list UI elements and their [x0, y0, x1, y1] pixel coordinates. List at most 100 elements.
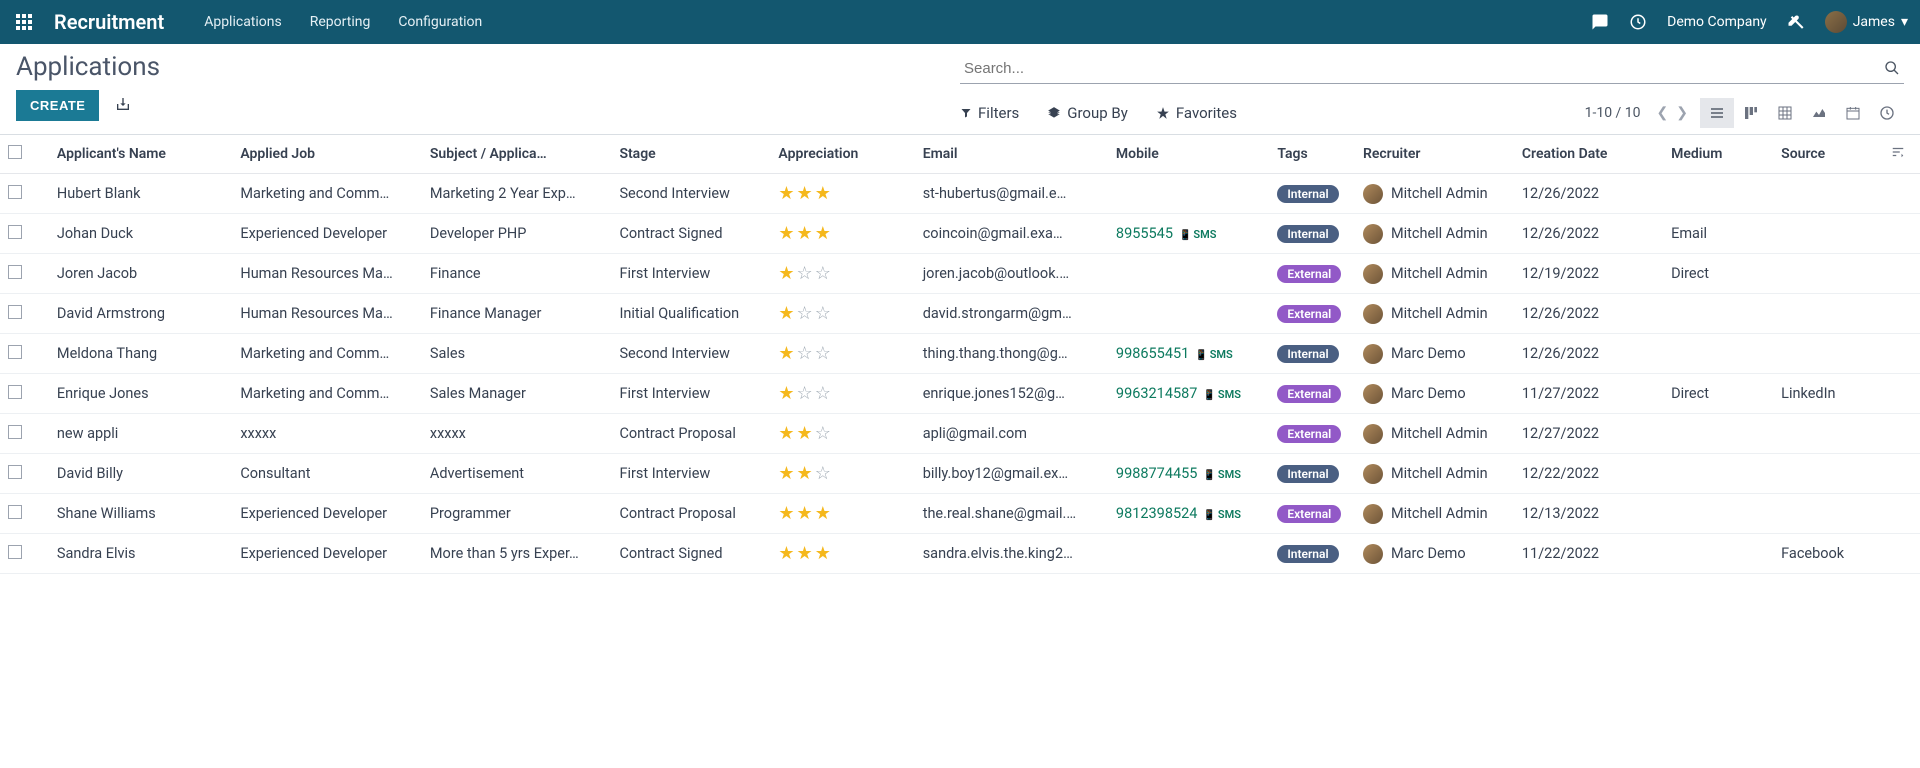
cell-email[interactable]: the.real.shane@gmail.…: [915, 494, 1108, 534]
select-all-checkbox[interactable]: [8, 145, 22, 159]
sms-badge[interactable]: SMS: [1203, 388, 1241, 401]
mobile-link[interactable]: 998655451: [1116, 345, 1189, 362]
tag-badge[interactable]: Internal: [1277, 185, 1338, 203]
module-title[interactable]: Recruitment: [54, 10, 164, 34]
col-appreciation[interactable]: Appreciation: [770, 135, 914, 174]
table-row[interactable]: Sandra ElvisExperienced DeveloperMore th…: [0, 534, 1920, 574]
table-row[interactable]: Hubert BlankMarketing and Comm…Marketing…: [0, 174, 1920, 214]
table-row[interactable]: David ArmstrongHuman Resources Ma…Financ…: [0, 294, 1920, 334]
table-row[interactable]: Johan DuckExperienced DeveloperDeveloper…: [0, 214, 1920, 254]
list-view-icon[interactable]: [1700, 98, 1734, 128]
cell-email[interactable]: joren.jacob@outlook.…: [915, 254, 1108, 294]
sms-badge[interactable]: SMS: [1179, 228, 1217, 241]
row-checkbox[interactable]: [8, 265, 22, 279]
table-row[interactable]: Enrique JonesMarketing and Comm…Sales Ma…: [0, 374, 1920, 414]
sms-badge[interactable]: SMS: [1195, 348, 1233, 361]
row-checkbox[interactable]: [8, 425, 22, 439]
star-rating[interactable]: ★★★: [778, 546, 832, 563]
col-source[interactable]: Source: [1773, 135, 1883, 174]
nav-reporting[interactable]: Reporting: [310, 14, 371, 30]
kanban-view-icon[interactable]: [1734, 98, 1768, 128]
mobile-link[interactable]: 9988774455: [1116, 465, 1198, 482]
cell-email[interactable]: coincoin@gmail.exa…: [915, 214, 1108, 254]
messages-icon[interactable]: [1591, 13, 1609, 31]
apps-menu-icon[interactable]: [12, 10, 36, 34]
cell-email[interactable]: thing.thang.thong@g…: [915, 334, 1108, 374]
tag-badge[interactable]: External: [1277, 505, 1341, 523]
activity-view-icon[interactable]: [1870, 98, 1904, 128]
groupby-button[interactable]: Group By: [1047, 104, 1128, 122]
search-input[interactable]: [960, 54, 1904, 84]
col-subject[interactable]: Subject / Applica…: [422, 135, 612, 174]
calendar-view-icon[interactable]: [1836, 98, 1870, 128]
pager-prev-icon[interactable]: ❮: [1657, 105, 1669, 121]
filters-button[interactable]: Filters: [960, 104, 1019, 122]
user-menu[interactable]: James ▾: [1825, 11, 1908, 33]
tag-badge[interactable]: Internal: [1277, 465, 1338, 483]
cell-email[interactable]: st-hubertus@gmail.e…: [915, 174, 1108, 214]
row-checkbox[interactable]: [8, 305, 22, 319]
nav-applications[interactable]: Applications: [204, 14, 282, 30]
tag-badge[interactable]: Internal: [1277, 225, 1338, 243]
col-stage[interactable]: Stage: [611, 135, 770, 174]
table-row[interactable]: new applixxxxxxxxxxContract Proposal★★☆a…: [0, 414, 1920, 454]
row-checkbox[interactable]: [8, 345, 22, 359]
search-icon[interactable]: [1884, 60, 1900, 80]
activities-icon[interactable]: [1629, 13, 1647, 31]
table-row[interactable]: David BillyConsultantAdvertisementFirst …: [0, 454, 1920, 494]
col-tags[interactable]: Tags: [1269, 135, 1355, 174]
mobile-link[interactable]: 9963214587: [1116, 385, 1198, 402]
star-rating[interactable]: ★☆☆: [778, 266, 832, 283]
row-checkbox[interactable]: [8, 385, 22, 399]
row-checkbox[interactable]: [8, 225, 22, 239]
graph-view-icon[interactable]: [1802, 98, 1836, 128]
star-rating[interactable]: ★★★: [778, 186, 832, 203]
tools-icon[interactable]: [1787, 13, 1805, 31]
col-recruiter[interactable]: Recruiter: [1355, 135, 1514, 174]
pager-next-icon[interactable]: ❯: [1676, 105, 1688, 121]
col-name[interactable]: Applicant's Name: [49, 135, 232, 174]
star-rating[interactable]: ★★☆: [778, 466, 832, 483]
tag-badge[interactable]: External: [1277, 385, 1341, 403]
star-rating[interactable]: ★☆☆: [778, 306, 832, 323]
star-rating[interactable]: ★★☆: [778, 426, 832, 443]
table-row[interactable]: Meldona ThangMarketing and Comm…SalesSec…: [0, 334, 1920, 374]
tag-badge[interactable]: Internal: [1277, 345, 1338, 363]
row-checkbox[interactable]: [8, 505, 22, 519]
star-rating[interactable]: ★★★: [778, 506, 832, 523]
star-rating[interactable]: ★☆☆: [778, 346, 832, 363]
row-checkbox[interactable]: [8, 545, 22, 559]
row-checkbox[interactable]: [8, 185, 22, 199]
col-job[interactable]: Applied Job: [232, 135, 422, 174]
cell-email[interactable]: enrique.jones152@g…: [915, 374, 1108, 414]
row-checkbox[interactable]: [8, 465, 22, 479]
create-button[interactable]: CREATE: [16, 90, 99, 121]
tag-badge[interactable]: Internal: [1277, 545, 1338, 563]
mobile-link[interactable]: 8955545: [1116, 225, 1173, 242]
tag-badge[interactable]: External: [1277, 265, 1341, 283]
table-row[interactable]: Joren JacobHuman Resources Ma…FinanceFir…: [0, 254, 1920, 294]
cell-email[interactable]: billy.boy12@gmail.ex…: [915, 454, 1108, 494]
pivot-view-icon[interactable]: [1768, 98, 1802, 128]
company-name[interactable]: Demo Company: [1667, 14, 1767, 30]
favorites-button[interactable]: Favorites: [1156, 104, 1237, 122]
col-email[interactable]: Email: [915, 135, 1108, 174]
col-date[interactable]: Creation Date: [1514, 135, 1663, 174]
col-medium[interactable]: Medium: [1663, 135, 1773, 174]
table-row[interactable]: Shane WilliamsExperienced DeveloperProgr…: [0, 494, 1920, 534]
cell-email[interactable]: apli@gmail.com: [915, 414, 1108, 454]
cell-email[interactable]: david.strongarm@gm…: [915, 294, 1108, 334]
tag-badge[interactable]: External: [1277, 425, 1341, 443]
col-mobile[interactable]: Mobile: [1108, 135, 1269, 174]
mobile-link[interactable]: 9812398524: [1116, 505, 1198, 522]
sms-badge[interactable]: SMS: [1203, 468, 1241, 481]
sms-badge[interactable]: SMS: [1203, 508, 1241, 521]
nav-configuration[interactable]: Configuration: [398, 14, 482, 30]
cell-subject: More than 5 yrs Exper…: [422, 534, 612, 574]
star-rating[interactable]: ★★★: [778, 226, 832, 243]
import-icon[interactable]: [115, 96, 131, 116]
col-options-icon[interactable]: [1883, 135, 1920, 174]
tag-badge[interactable]: External: [1277, 305, 1341, 323]
cell-email[interactable]: sandra.elvis.the.king2…: [915, 534, 1108, 574]
star-rating[interactable]: ★☆☆: [778, 386, 832, 403]
